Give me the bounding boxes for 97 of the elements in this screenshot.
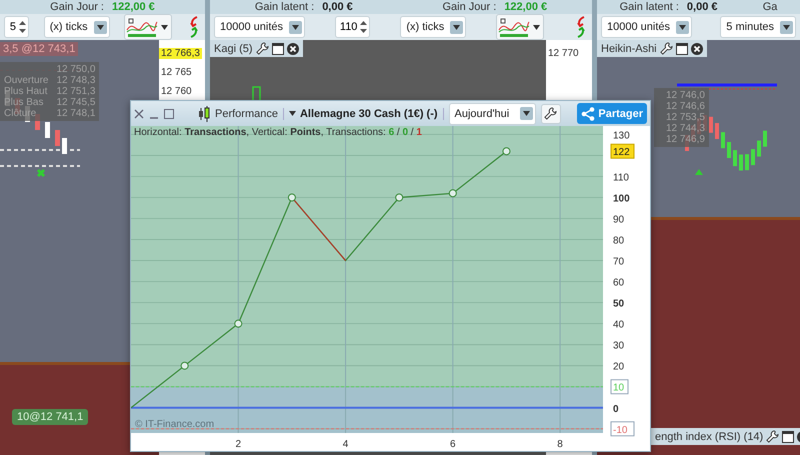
dropdown-arrow-icon	[783, 24, 790, 30]
copyright-text: © IT-Finance.com	[135, 419, 214, 430]
tooltip-value: 12 748,3	[56, 75, 96, 86]
wrench-icon[interactable]	[660, 42, 673, 55]
candlestick-icon	[198, 106, 210, 122]
dropdown-arrow-icon	[288, 111, 296, 116]
spinner-arrows-icon	[359, 19, 368, 35]
y-axis-label: 70	[613, 256, 624, 268]
close-icon[interactable]	[286, 42, 299, 54]
dropdown-arrow-icon	[679, 24, 686, 30]
order-label: 3,5 @12 743,1	[0, 42, 78, 56]
axis-label: 12 760	[160, 86, 193, 97]
period-dropdown[interactable]: Aujourd'hui	[448, 102, 536, 124]
tooltip-value: 12 746,6	[666, 101, 705, 112]
gain-text: Gain Jour : 122,00 €	[50, 1, 155, 13]
settings-button[interactable]	[540, 104, 561, 124]
dropdown[interactable]: 10000 unités	[601, 16, 692, 38]
y-axis-label: 90	[613, 214, 624, 226]
wrench-icon	[544, 107, 558, 120]
tooltip-value: 12 746,9	[666, 134, 705, 145]
data-point	[395, 194, 404, 202]
instrument-dropdown[interactable]: Allemagne 30 Cash (1€) (-)	[282, 108, 444, 120]
dropdown[interactable]: (x) ticks	[400, 16, 466, 38]
x-axis-label: 2	[236, 439, 242, 450]
tooltip-label: Plus Haut	[4, 86, 48, 97]
gain-text: Gain Jour : 122,00 €	[442, 1, 548, 13]
axis-label: 12 766,3	[159, 48, 202, 59]
dropdown-arrow-icon	[292, 24, 299, 30]
dropdown-arrow-icon	[453, 24, 460, 30]
tab-label: Heikin-Ashi	[601, 42, 657, 54]
indicator-tab[interactable]: Kagi (5)	[210, 40, 303, 57]
dropdown[interactable]: 5 minutes	[720, 16, 796, 38]
close-icon[interactable]	[690, 42, 703, 54]
y-axis-label: 0	[613, 404, 619, 415]
data-point	[288, 194, 296, 202]
window-icon[interactable]	[782, 430, 794, 442]
y-axis-label: 100	[613, 194, 630, 204]
axis-label: 12 765	[160, 67, 193, 78]
tooltip-value: 12 745,5	[56, 97, 96, 108]
data-point	[234, 320, 242, 328]
data-point	[502, 147, 510, 156]
order-badge: 10@12 741,1	[12, 409, 88, 425]
y-axis-label: 50	[613, 298, 624, 310]
tooltip-value: 12 753,5	[666, 112, 705, 123]
dropdown-arrow-icon	[161, 24, 168, 30]
indicator-tab[interactable]: Heikin-Ashi	[597, 40, 707, 57]
spinner-arrows-icon	[18, 19, 27, 35]
y-axis-label: 110	[613, 172, 629, 184]
dropdown-arrow-icon	[522, 111, 530, 116]
tooltip-value: 12 746,0	[666, 90, 705, 101]
x-axis-label: 8	[557, 439, 563, 450]
value-marker: -10	[610, 421, 634, 436]
wrench-icon[interactable]	[766, 430, 780, 443]
indicator-tab[interactable]: ength index (RSI) (14)	[651, 428, 800, 445]
x-axis-label: 6	[450, 439, 456, 450]
tooltip-value: 12 750,0	[56, 64, 96, 75]
share-icon	[581, 106, 596, 120]
chart-indicator-icon	[125, 16, 160, 38]
tooltip-label: Ouverture	[4, 75, 48, 86]
value-marker: 10	[610, 379, 628, 394]
x-axis-label: 4	[342, 439, 348, 450]
tooltip-value: 12 744,3	[666, 123, 705, 134]
window-title: Performance	[215, 108, 278, 120]
chart-info: Horizontal: Transactions, Vertical: Points, Transactions: 6 / 0 / 1	[134, 127, 422, 138]
y-axis-label: 60	[613, 278, 624, 289]
gain-text: Gain latent : 0,00 €	[620, 1, 718, 13]
tooltip-label: Plus Bas	[4, 97, 44, 108]
number-spinner[interactable]: 5	[4, 16, 29, 38]
value-marker: 122	[610, 144, 634, 159]
y-axis-label: 80	[613, 236, 624, 247]
indicator-button[interactable]	[124, 14, 172, 40]
dropdown-arrow-icon	[96, 24, 104, 30]
dropdown[interactable]: (x) ticks	[44, 16, 110, 38]
y-axis-label: 130	[613, 130, 630, 142]
wrench-icon[interactable]	[256, 42, 269, 55]
tooltip-value: 12 751,3	[56, 86, 96, 97]
y-axis-label: 30	[613, 340, 624, 352]
gain-text: Ga	[762, 1, 778, 13]
axis-label: 12 770	[547, 48, 580, 59]
gain-text: Gain latent : 0,00 €	[254, 1, 353, 13]
indicator-button[interactable]	[496, 14, 544, 40]
chart-indicator-icon	[497, 16, 532, 38]
tooltip-value: 12 748,1	[56, 108, 96, 119]
tab-label: Kagi (5)	[214, 42, 253, 54]
dropdown-arrow-icon	[533, 24, 540, 30]
share-button[interactable]: Partager	[577, 103, 647, 124]
window-icon[interactable]	[676, 42, 688, 54]
window-icon[interactable]	[272, 42, 284, 54]
dropdown[interactable]: 10000 unités	[214, 16, 305, 38]
maximize-icon[interactable]	[164, 108, 174, 118]
data-point	[180, 362, 189, 370]
tooltip-label: Clôture	[4, 108, 38, 119]
y-axis-label: 40	[613, 320, 624, 331]
y-axis-label: 20	[613, 362, 624, 373]
tab-label: ength index (RSI) (14)	[655, 430, 764, 442]
data-point	[448, 189, 457, 198]
number-spinner[interactable]: 110	[334, 16, 370, 38]
